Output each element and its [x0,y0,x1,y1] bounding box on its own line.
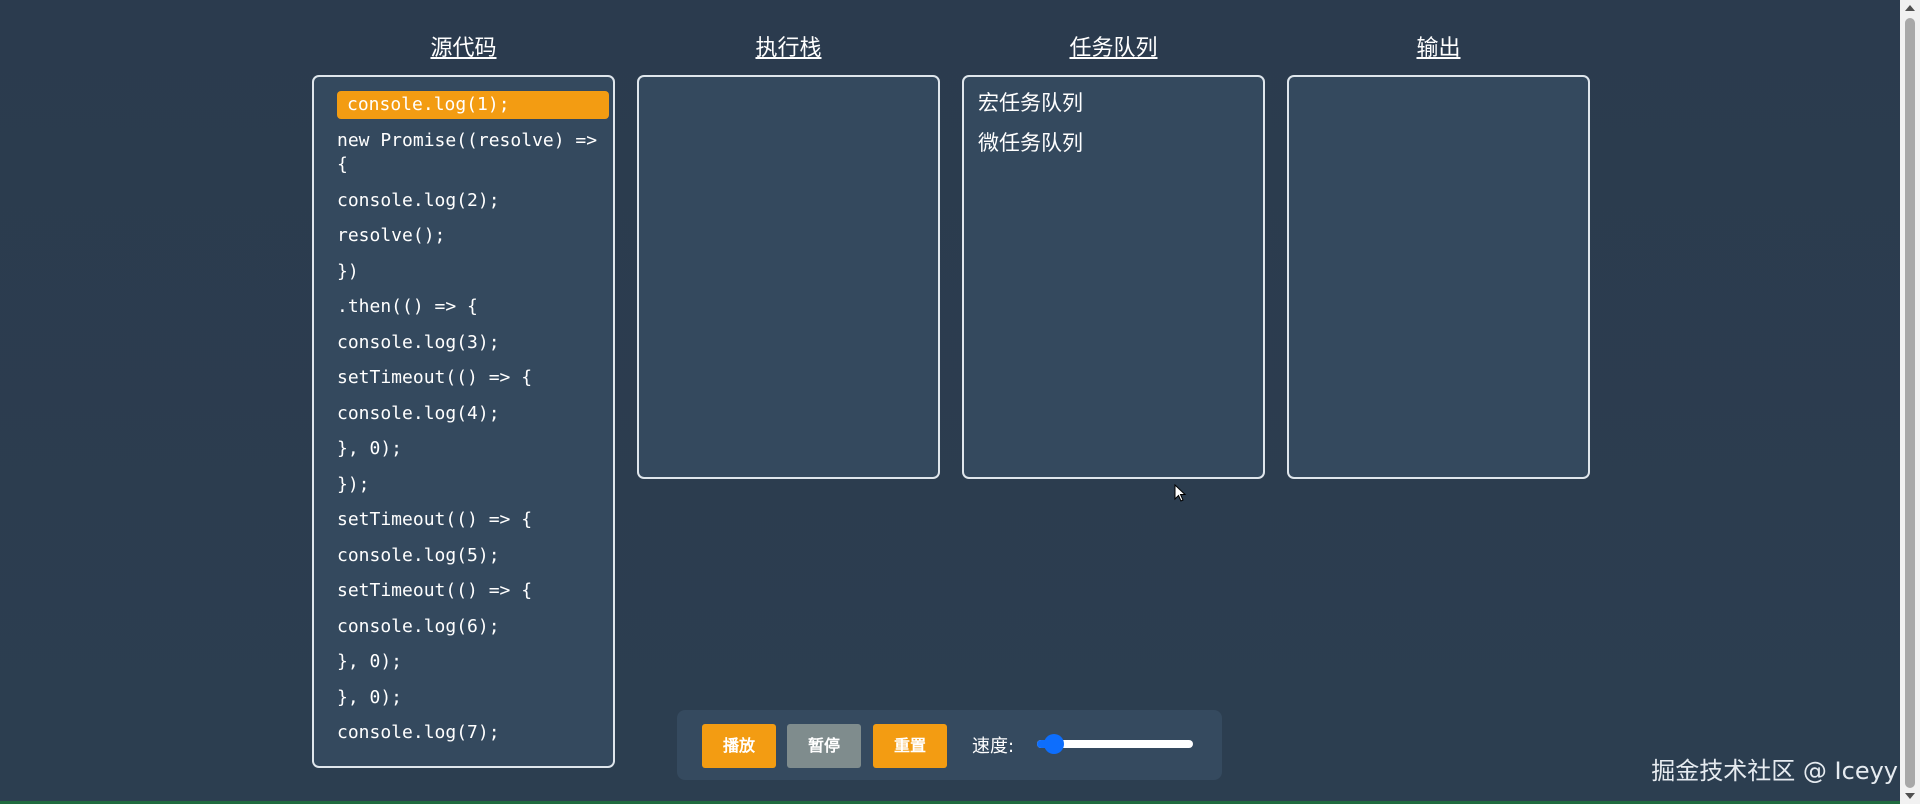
code-line: resolve(); [337,225,446,246]
code-line: }) [337,260,359,282]
watermark: 掘金技术社区 @ Iceyy [1651,757,1898,785]
code-line: setTimeout(() => { [337,509,533,530]
micro-task-queue-label: 微任务队列 [978,131,1083,155]
control-bar: 播放 暂停 重置 速度: [677,710,1222,780]
scroll-down-icon[interactable] [1905,793,1915,799]
execution-stack-panel [637,75,940,479]
task-queue-title: 任务队列 [1069,36,1158,61]
code-line: setTimeout(() => { [337,367,533,388]
speed-slider[interactable] [1037,734,1193,754]
code-line: new Promise((resolve) => { [337,130,608,175]
speed-label: 速度: [972,736,1015,757]
execution-stack-title: 执行栈 [755,36,822,61]
scroll-up-icon[interactable] [1905,5,1915,11]
play-button[interactable]: 播放 [702,724,776,768]
reset-button[interactable]: 重置 [873,724,947,768]
code-line: .then(() => { [337,296,478,317]
pause-button[interactable]: 暂停 [787,724,861,768]
source-code-title: 源代码 [430,36,497,61]
output-title: 输出 [1416,36,1461,61]
code-line: console.log(6); [337,615,500,637]
mouse-cursor-icon [1174,484,1187,502]
code-line: }, 0); [337,686,403,708]
macro-task-queue-label: 宏任务队列 [978,91,1083,115]
speed-slider-thumb[interactable] [1043,734,1064,754]
code-line: setTimeout(() => { [337,580,533,601]
source-code-panel: console.log(1); new Promise((resolve) =>… [312,75,615,768]
page-scrollbar[interactable] [1900,0,1920,804]
code-line: }); [337,473,370,495]
code-line: console.log(3); [337,331,500,353]
code-line: console.log(5); [337,544,500,566]
code-list: console.log(1); new Promise((resolve) =>… [314,77,613,745]
code-line: console.log(4); [337,402,500,424]
code-line: console.log(2); [337,189,500,211]
output-panel [1287,75,1590,479]
code-line: }, 0); [337,651,403,672]
code-line: }, 0); [337,438,403,459]
scrollbar-thumb[interactable] [1905,18,1915,788]
code-line: console.log(7); [337,722,500,743]
app-stage: 源代码 执行栈 任务队列 输出 console.log(1); new Prom… [0,0,1920,804]
code-line-current: console.log(1); [337,91,609,119]
task-queue-panel: 宏任务队列 微任务队列 [962,75,1265,479]
